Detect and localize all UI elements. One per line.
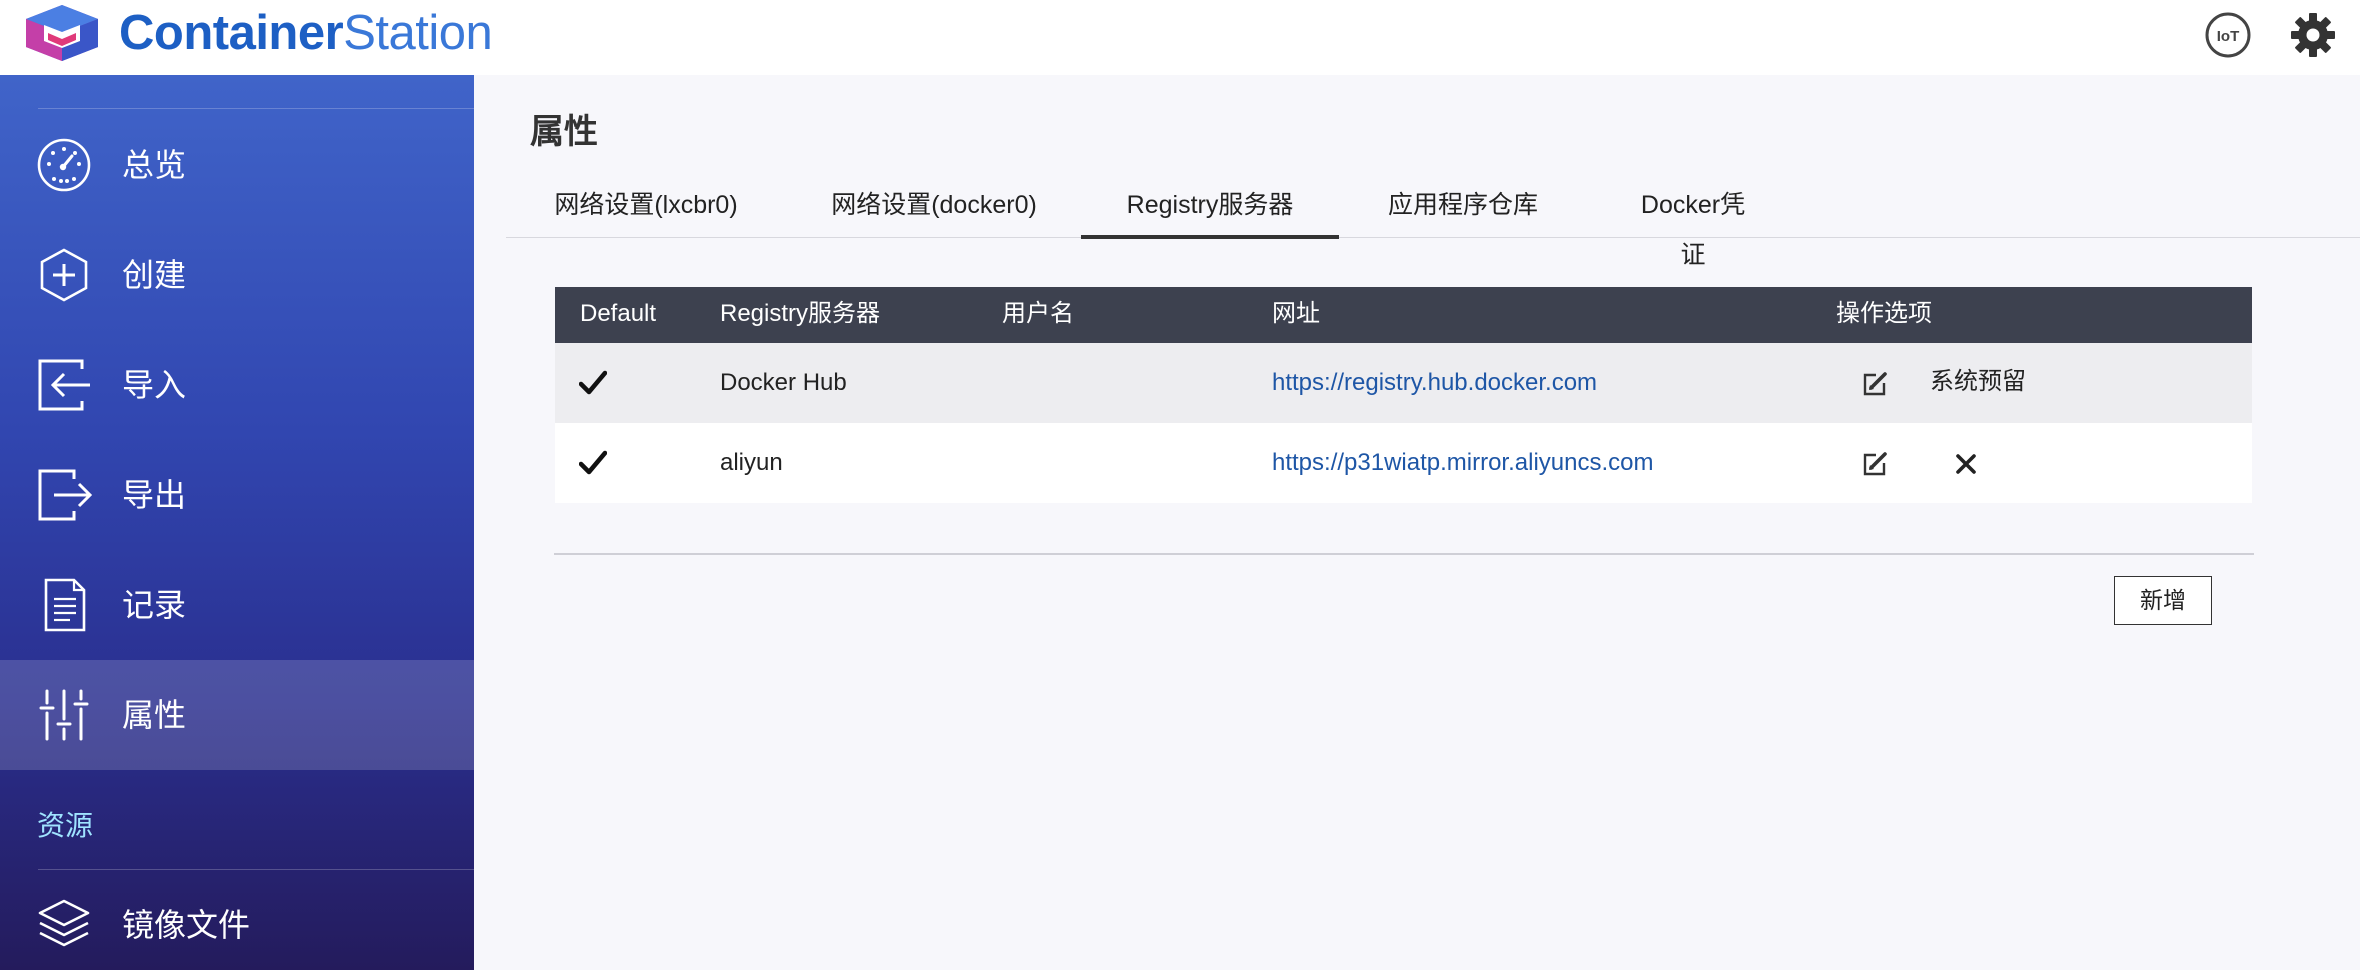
sidebar-item-label: 属性 xyxy=(122,697,187,733)
column-header-default[interactable]: Default xyxy=(580,287,656,343)
registry-server-name: Docker Hub xyxy=(720,369,847,396)
tab-docker-credentials[interactable]: Docker凭证 xyxy=(1630,180,1756,269)
edit-icon[interactable] xyxy=(1862,371,1888,397)
tab-bar: 网络设置(lxcbr0) 网络设置(docker0) Registry服务器 应… xyxy=(506,180,2360,269)
add-registry-button[interactable]: 新增 xyxy=(2114,576,2212,625)
registry-server-name: aliyun xyxy=(720,449,783,476)
sliders-icon xyxy=(39,689,89,741)
edit-icon[interactable] xyxy=(1862,451,1888,477)
table-footer-divider xyxy=(554,553,2254,555)
column-header-actions: 操作选项 xyxy=(1836,300,1932,327)
table-row: Docker Hub https://registry.hub.docker.c… xyxy=(555,343,2252,423)
table-row: aliyun https://p31wiatp.mirror.aliyuncs.… xyxy=(555,423,2252,503)
checkmark-icon xyxy=(579,450,607,475)
iot-icon[interactable]: IoT xyxy=(2203,10,2253,60)
checkmark-icon xyxy=(579,370,607,395)
registry-table: Default Registry服务器 用户名 网址 操作选项 Docker H… xyxy=(555,287,2252,503)
page-title: 属性 xyxy=(530,113,598,151)
registry-url-link[interactable]: https://registry.hub.docker.com xyxy=(1272,343,1597,423)
delete-x-icon[interactable] xyxy=(1955,453,1977,475)
system-reserved-label: 系统预留 xyxy=(1930,368,2026,395)
sidebar-item-label: 记录 xyxy=(122,587,187,623)
sidebar-item-images[interactable]: 镜像文件 xyxy=(0,870,474,970)
tab-registry-server[interactable]: Registry服务器 xyxy=(1081,180,1339,239)
registry-url-link[interactable]: https://p31wiatp.mirror.aliyuncs.com xyxy=(1272,423,1653,503)
plus-hexagon-icon xyxy=(40,248,88,302)
tab-network-docker0[interactable]: 网络设置(docker0) xyxy=(831,180,1037,237)
document-list-icon xyxy=(44,578,86,632)
tab-app-repository[interactable]: 应用程序仓库 xyxy=(1388,180,1538,237)
sidebar-item-logs[interactable]: 记录 xyxy=(0,550,474,660)
sidebar-item-properties[interactable]: 属性 xyxy=(0,660,474,770)
sidebar-divider xyxy=(38,108,474,109)
svg-text:IoT: IoT xyxy=(2217,28,2240,45)
sidebar-item-label: 导出 xyxy=(122,477,187,513)
column-header-registry-server[interactable]: Registry服务器 xyxy=(720,287,880,343)
import-arrow-icon xyxy=(38,359,90,411)
column-header-url[interactable]: 网址 xyxy=(1272,287,1320,343)
sidebar-item-label: 创建 xyxy=(122,257,187,293)
export-arrow-icon xyxy=(38,469,93,521)
dashboard-gauge-icon xyxy=(37,138,91,192)
sidebar-item-label: 导入 xyxy=(122,367,187,403)
sidebar-item-label: 总览 xyxy=(122,147,187,183)
sidebar-item-label: 镜像文件 xyxy=(122,907,251,943)
container-station-logo-icon xyxy=(26,5,98,61)
layers-stack-icon xyxy=(38,899,90,947)
sidebar-item-create[interactable]: 创建 xyxy=(0,220,474,330)
sidebar-item-export[interactable]: 导出 xyxy=(0,440,474,550)
column-header-username[interactable]: 用户名 xyxy=(1002,287,1074,343)
app-header: ContainerStation IoT xyxy=(0,0,2360,75)
table-header: Default Registry服务器 用户名 网址 操作选项 xyxy=(555,287,2252,343)
sidebar-item-overview[interactable]: 总览 xyxy=(0,110,474,220)
sidebar-section-resources: 资源 xyxy=(37,810,94,841)
app-title: ContainerStation xyxy=(119,6,493,60)
tab-network-lxcbr0[interactable]: 网络设置(lxcbr0) xyxy=(554,180,738,237)
sidebar: 总览 创建 导入 导出 记录 属性 资源 镜像文件 xyxy=(0,75,474,970)
gear-icon[interactable] xyxy=(2288,10,2338,60)
sidebar-item-import[interactable]: 导入 xyxy=(0,330,474,440)
